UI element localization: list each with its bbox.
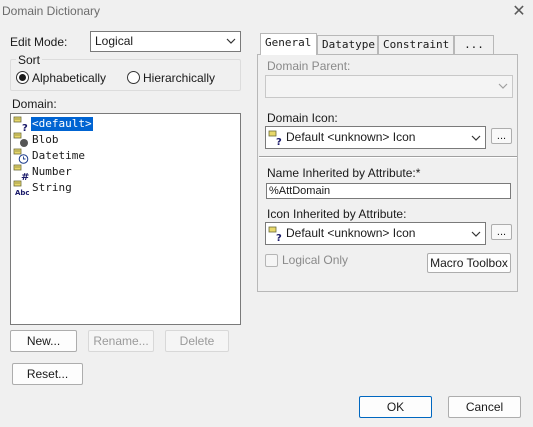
title-bar: Domain Dictionary ✕ <box>0 0 533 24</box>
svg-text:?: ? <box>276 137 282 146</box>
tab-general[interactable]: General <box>260 33 317 55</box>
list-item[interactable]: Abc String <box>11 180 240 196</box>
svg-text:Abc: Abc <box>15 189 29 196</box>
divider <box>259 156 517 158</box>
edit-mode-label: Edit Mode: <box>10 35 68 49</box>
sort-group-title: Sort <box>16 53 43 67</box>
domain-icon-label: Domain Icon: <box>267 111 338 125</box>
chevron-down-icon <box>471 135 481 141</box>
default-icon-icon: ? <box>268 130 282 146</box>
domain-parent-select[interactable] <box>265 75 513 98</box>
tab-more[interactable]: ... <box>454 35 494 55</box>
icon-inherited-label: Icon Inherited by Attribute: <box>267 207 407 221</box>
edit-mode-value: Logical <box>95 34 134 48</box>
name-inherited-input[interactable]: %AttDomain <box>266 183 511 199</box>
new-button[interactable]: New... <box>10 330 77 352</box>
domain-icon-select[interactable]: ? Default <unknown> Icon <box>265 126 486 149</box>
icon-inherited-select[interactable]: ? Default <unknown> Icon <box>265 222 486 245</box>
domain-item-default: <default> <box>30 116 94 132</box>
sort-alphabetically-radio[interactable] <box>16 71 29 84</box>
list-item[interactable]: Datetime <box>11 148 240 164</box>
tab-datatype[interactable]: Datatype <box>317 35 378 55</box>
domain-parent-label: Domain Parent: <box>267 59 351 73</box>
window-title: Domain Dictionary <box>2 4 101 18</box>
close-icon[interactable]: ✕ <box>509 2 529 22</box>
macro-toolbox-button[interactable]: Macro Toolbox <box>427 253 511 273</box>
domain-item-number: Number <box>32 165 72 178</box>
tab-constraint[interactable]: Constraint <box>378 35 454 55</box>
sort-hierarchically-radio[interactable] <box>127 71 140 84</box>
chevron-down-icon <box>498 83 508 89</box>
icon-inherited-browse-button[interactable]: ... <box>491 224 512 240</box>
icon-inherited-value: Default <unknown> Icon <box>286 226 416 240</box>
rename-button[interactable]: Rename... <box>88 330 154 352</box>
svg-text:#: # <box>21 172 29 180</box>
default-domain-icon: ? <box>13 116 28 132</box>
number-domain-icon: # <box>13 164 29 180</box>
list-item[interactable]: ? <default> <box>11 116 240 132</box>
chevron-down-icon <box>226 38 236 44</box>
blob-domain-icon <box>13 132 28 147</box>
logical-only-label: Logical Only <box>282 253 349 267</box>
domain-item-string: String <box>32 181 72 194</box>
name-inherited-label: Name Inherited by Attribute:* <box>267 166 421 180</box>
svg-text:?: ? <box>22 123 28 132</box>
string-domain-icon: Abc <box>13 180 29 196</box>
logical-only-checkbox[interactable] <box>265 254 278 267</box>
domain-item-blob: Blob <box>32 133 59 146</box>
sort-hierarchically-label: Hierarchically <box>143 71 216 85</box>
domain-icon-value: Default <unknown> Icon <box>286 130 416 144</box>
chevron-down-icon <box>471 231 481 237</box>
reset-button[interactable]: Reset... <box>12 363 83 385</box>
svg-text:?: ? <box>276 233 282 242</box>
domain-icon-browse-button[interactable]: ... <box>491 128 512 144</box>
default-icon-icon: ? <box>268 226 282 242</box>
domain-list[interactable]: ? <default> Blob Datetime # Number Abc S… <box>10 113 241 325</box>
ok-button[interactable]: OK <box>359 396 432 418</box>
domain-item-datetime: Datetime <box>32 149 85 162</box>
datetime-domain-icon <box>13 148 29 164</box>
sort-alphabetically-label: Alphabetically <box>32 71 107 85</box>
edit-mode-select[interactable]: Logical <box>90 31 241 52</box>
domain-label: Domain: <box>12 97 57 111</box>
list-item[interactable]: Blob <box>11 132 240 148</box>
list-item[interactable]: # Number <box>11 164 240 180</box>
cancel-button[interactable]: Cancel <box>448 396 521 418</box>
delete-button[interactable]: Delete <box>165 330 229 352</box>
